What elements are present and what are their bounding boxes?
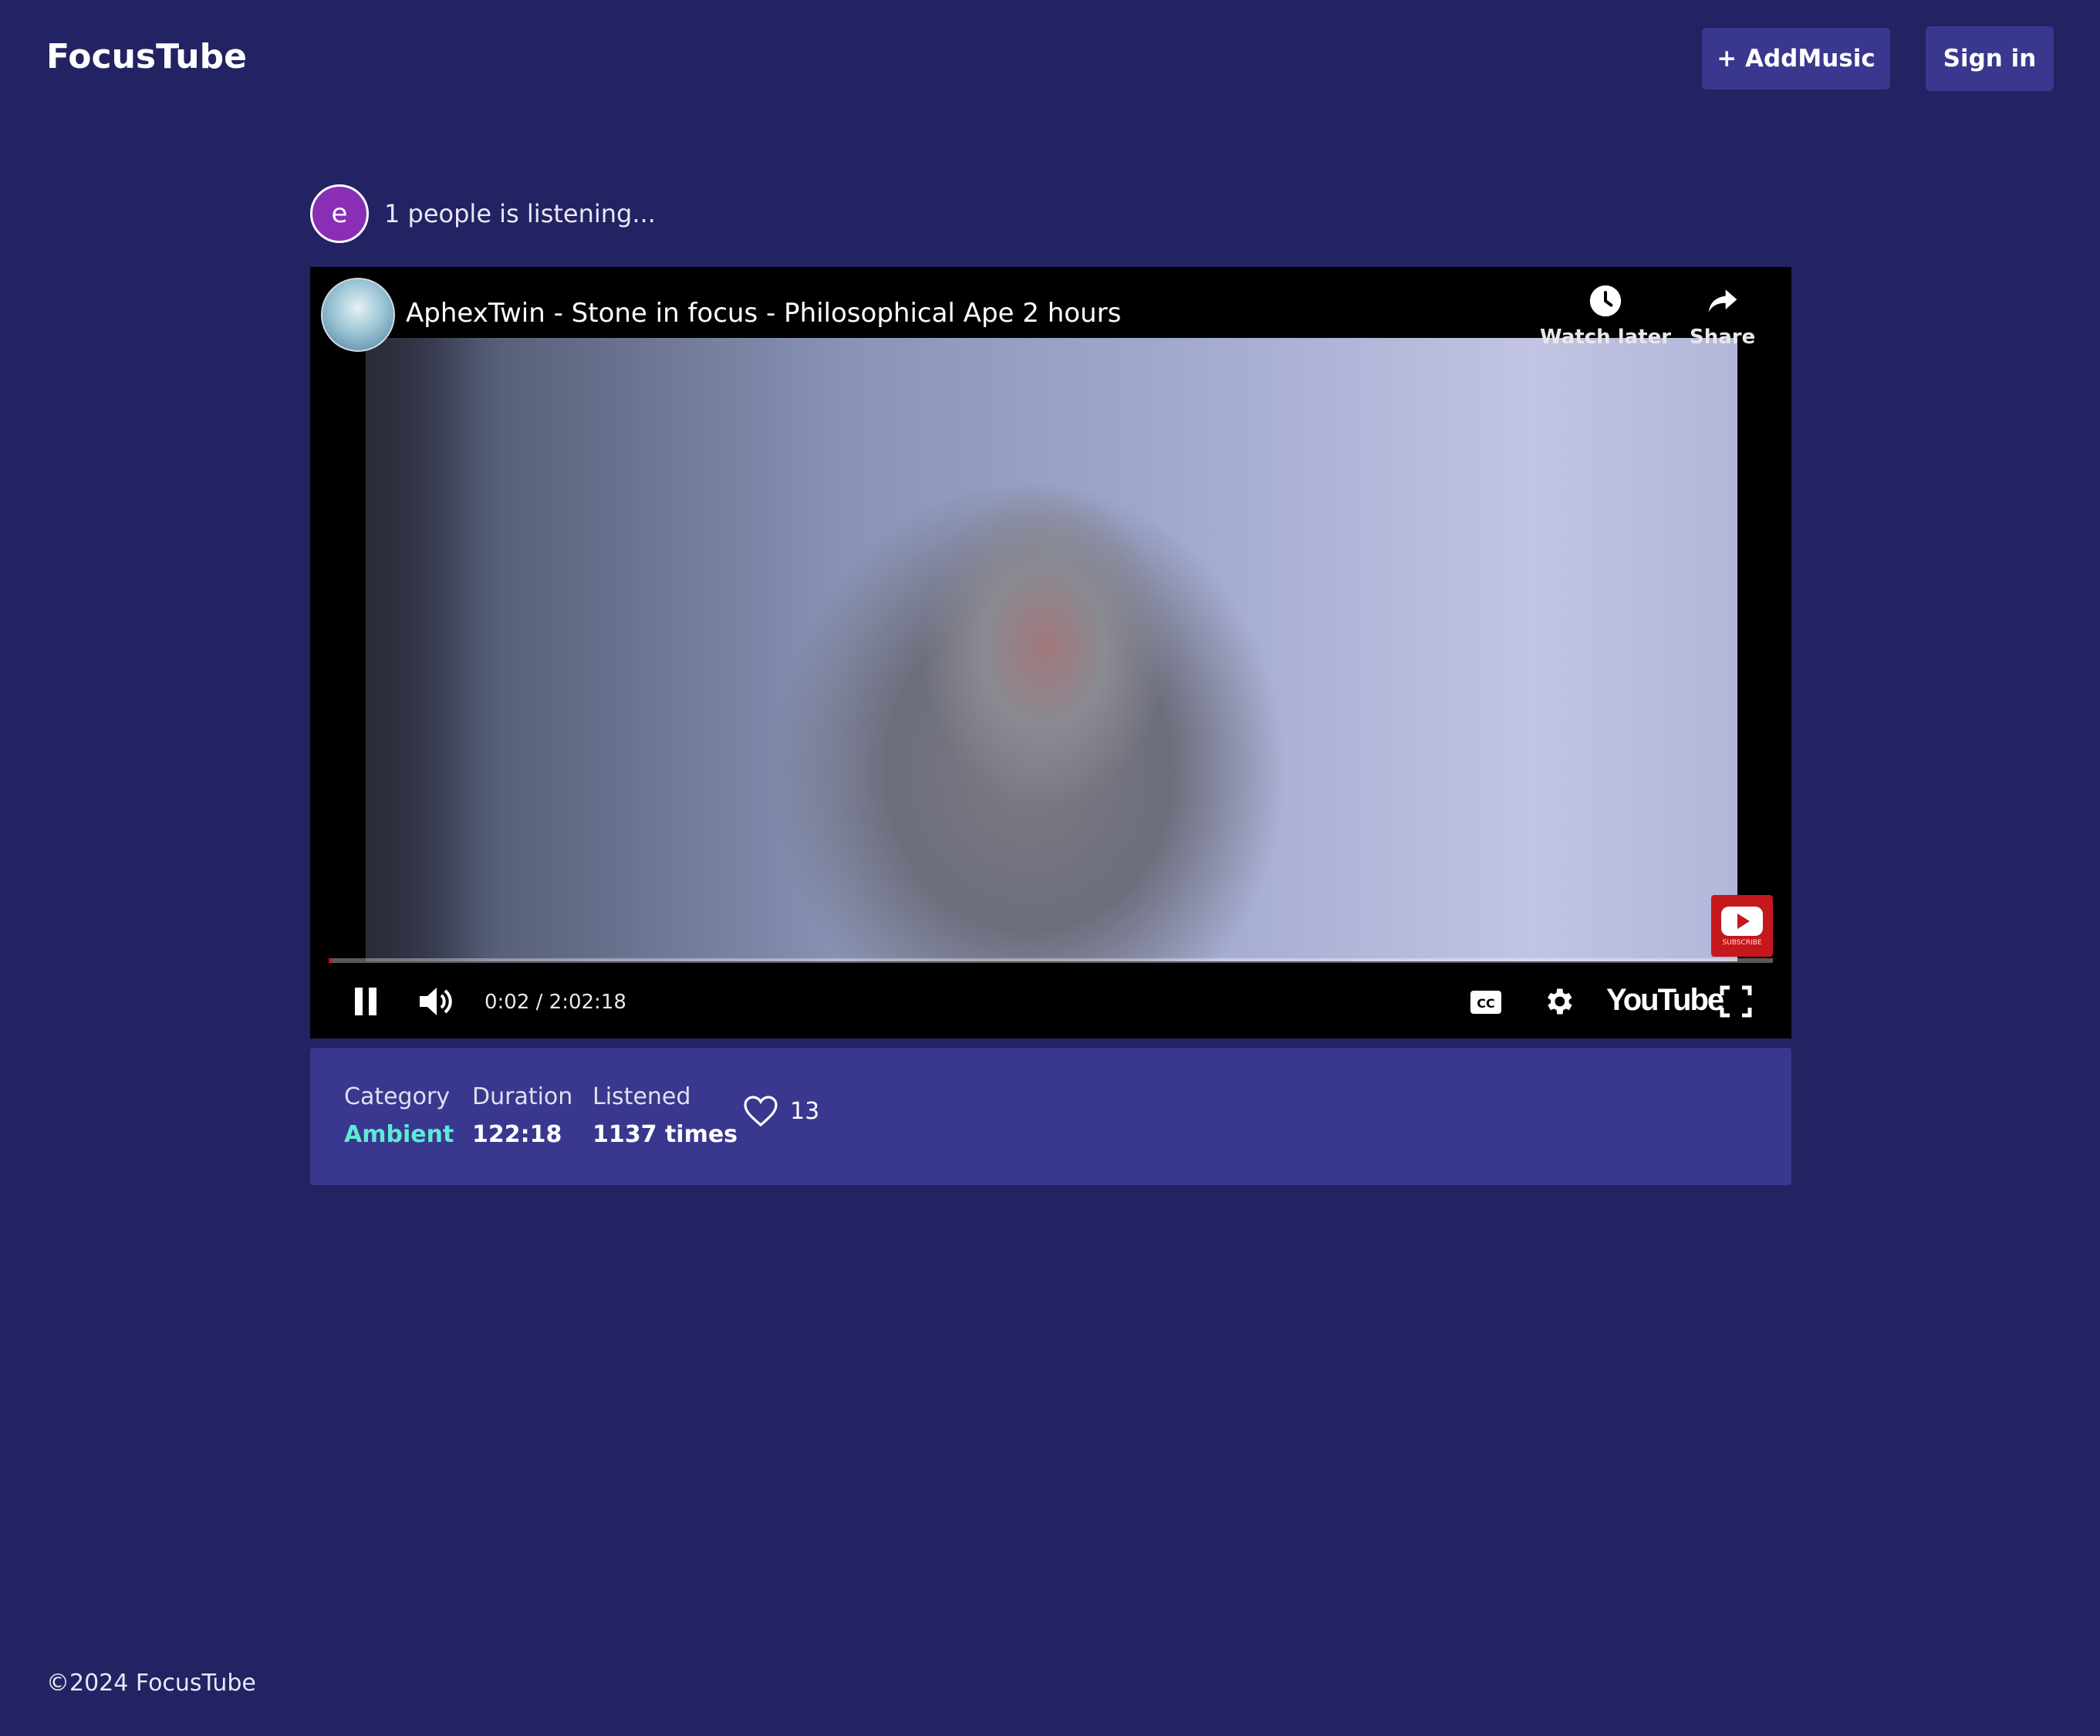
video-frame[interactable] [366, 338, 1737, 961]
share-label: Share [1690, 326, 1756, 349]
listeners-indicator: e 1 people is listening... [310, 184, 656, 243]
duration-label: Duration [472, 1083, 573, 1110]
listened-field: Listened 1137 times [593, 1083, 738, 1148]
top-navbar: FocusTube + AddMusic Sign in [0, 0, 2100, 123]
like-count: 13 [790, 1097, 820, 1125]
share-button[interactable]: Share [1690, 284, 1755, 349]
add-music-button[interactable]: + AddMusic [1702, 28, 1890, 90]
watch-later-button[interactable]: Watch later [1540, 284, 1671, 349]
progress-bar[interactable] [329, 958, 1773, 963]
svg-text:CC: CC [1477, 996, 1494, 1011]
video-player[interactable]: AphexTwin - Stone in focus - Philosophic… [310, 267, 1791, 1039]
captions-icon[interactable]: CC [1469, 989, 1503, 1015]
category-field: Category Ambient [344, 1083, 454, 1148]
watch-later-label: Watch later [1540, 326, 1672, 349]
channel-avatar[interactable] [321, 278, 395, 352]
player-controls: 0:02 / 2:02:18 CC YouTube [310, 969, 1791, 1039]
volume-icon[interactable] [418, 985, 455, 1018]
fullscreen-icon[interactable] [1719, 985, 1753, 1018]
listener-avatar: e [310, 184, 369, 243]
video-title[interactable]: AphexTwin - Stone in focus - Philosophic… [406, 298, 1121, 329]
listener-count-text: 1 people is listening... [384, 199, 656, 228]
category-label: Category [344, 1083, 451, 1110]
sign-in-button[interactable]: Sign in [1926, 26, 2054, 91]
duration-field: Duration 122:18 [472, 1083, 572, 1148]
heart-icon [744, 1096, 778, 1127]
listened-label: Listened [593, 1083, 691, 1110]
track-info-panel: Category Ambient Duration 122:18 Listene… [310, 1048, 1791, 1185]
like-button[interactable]: 13 [742, 1094, 819, 1128]
pause-icon[interactable] [352, 986, 380, 1017]
listened-value: 1137 times [593, 1121, 738, 1148]
youtube-logo[interactable]: YouTube [1606, 983, 1724, 1018]
clock-icon [1589, 285, 1622, 317]
share-arrow-icon [1708, 289, 1737, 312]
duration-value: 122:18 [472, 1121, 562, 1148]
video-frame-shadow [366, 338, 481, 961]
progress-fill [329, 958, 332, 963]
category-value[interactable]: Ambient [344, 1121, 454, 1148]
youtube-play-icon [1721, 907, 1763, 936]
brand-logo[interactable]: FocusTube [46, 37, 247, 76]
footer-copyright: ©2024 FocusTube [46, 1670, 256, 1697]
subscribe-label: SUBSCRIBE [1722, 939, 1762, 947]
time-display: 0:02 / 2:02:18 [484, 991, 626, 1014]
settings-icon[interactable] [1541, 985, 1575, 1018]
subscribe-watermark[interactable]: SUBSCRIBE [1711, 895, 1773, 957]
